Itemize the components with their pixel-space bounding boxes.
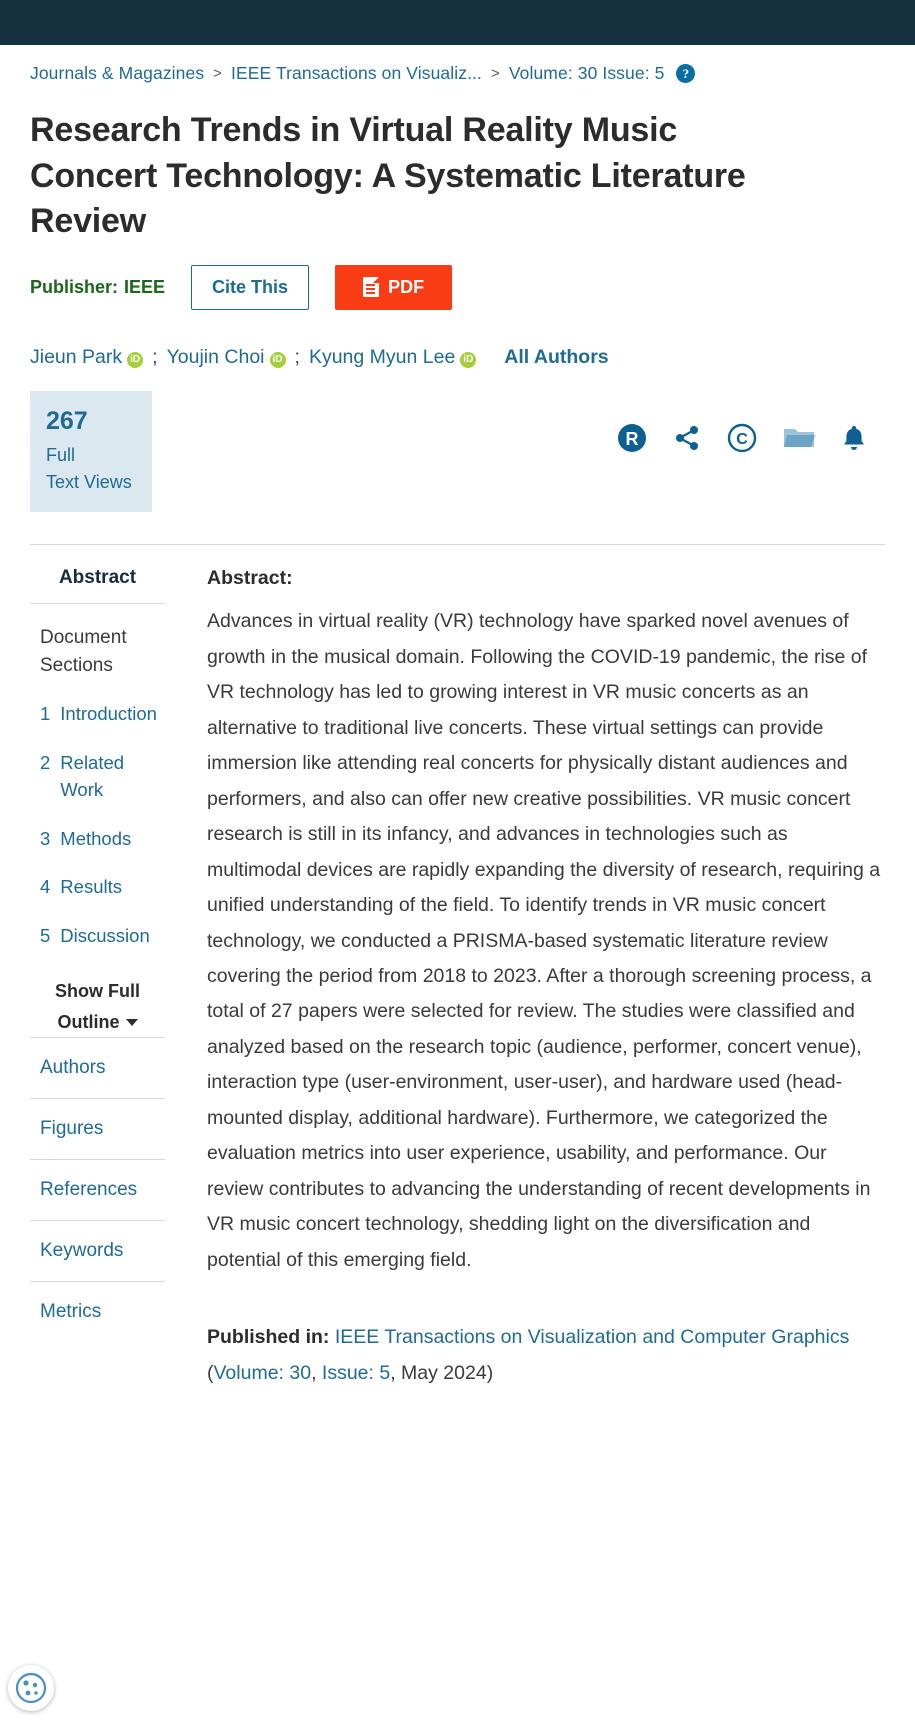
orcid-icon[interactable]: iD: [460, 351, 477, 368]
abstract-section: Abstract: Advances in virtual reality (V…: [183, 567, 885, 1391]
stats-and-actions-row: 267 Full Text Views R C: [30, 390, 885, 513]
sidebar-item-figures[interactable]: Figures: [30, 1098, 165, 1159]
sidebar-item-results[interactable]: 4 Results: [40, 874, 165, 901]
author-separator: ;: [294, 345, 300, 368]
authors-list: Jieun Park iD ; Youjin Choi iD ; Kyung Myu…: [30, 346, 915, 369]
sidebar-item-references[interactable]: References: [30, 1159, 165, 1220]
all-authors-button[interactable]: All Authors: [504, 346, 608, 369]
pdf-button-label: PDF: [388, 276, 425, 297]
issue-link[interactable]: Issue: 5: [322, 1362, 390, 1384]
views-label-line2: Text Views: [46, 472, 132, 493]
abstract-body: Advances in virtual reality (VR) technol…: [207, 610, 881, 1271]
breadcrumb-item-transactions[interactable]: IEEE Transactions on Visualiz...: [231, 63, 482, 84]
published-in-row: Published in: IEEE Transactions on Visua…: [207, 1320, 885, 1391]
section-number: 1: [40, 703, 51, 725]
copyright-icon[interactable]: C: [727, 423, 757, 458]
author-name: Jieun Park: [30, 345, 123, 368]
views-label-line1: Full: [46, 445, 76, 466]
sidebar-item-introduction[interactable]: 1 Introduction: [40, 701, 165, 728]
document-action-icons: R C: [617, 423, 867, 458]
pdf-file-icon: [363, 277, 380, 298]
sidebar-document-sections-label: Document Sections: [40, 627, 127, 676]
sidebar-item-related-work[interactable]: 2 Related Work: [40, 750, 165, 804]
section-label: Related Work: [60, 752, 125, 800]
breadcrumb-item-volume-issue[interactable]: Volume: 30 Issue: 5: [509, 63, 665, 84]
orcid-icon[interactable]: iD: [127, 351, 144, 368]
author-jieun-park[interactable]: Jieun Park iD: [30, 345, 144, 369]
pdf-button[interactable]: PDF: [335, 264, 453, 310]
sidebar-item-metrics[interactable]: Metrics: [30, 1281, 165, 1342]
published-in-label: Published in:: [207, 1326, 330, 1349]
sidebar-item-keywords[interactable]: Keywords: [30, 1220, 165, 1281]
researchgate-icon[interactable]: R: [617, 423, 647, 458]
sidebar-item-methods[interactable]: 3 Methods: [40, 826, 165, 853]
sidebar-item-abstract[interactable]: Abstract: [30, 567, 165, 605]
author-separator: ;: [152, 345, 158, 368]
section-divider: [30, 544, 885, 546]
section-number: 4: [40, 876, 51, 898]
help-icon[interactable]: ?: [676, 64, 696, 83]
document-sidebar: Abstract Document Sections 1 Introductio…: [30, 567, 183, 1342]
page-title: Research Trends in Virtual Reality Music…: [30, 111, 746, 241]
author-name: Youjin Choi: [166, 345, 265, 368]
full-text-views-box[interactable]: 267 Full Text Views: [30, 390, 152, 513]
orcid-icon[interactable]: iD: [269, 351, 286, 368]
publisher-actions-row: Publisher: IEEE Cite This PDF: [30, 264, 915, 310]
show-full-outline-button[interactable]: Show Full Outline: [30, 976, 165, 1037]
views-count: 267: [46, 406, 88, 435]
publisher-name: IEEE: [124, 276, 166, 297]
alerts-bell-icon[interactable]: [841, 424, 867, 457]
cite-this-button[interactable]: Cite This: [191, 264, 310, 310]
sidebar-item-discussion[interactable]: 5 Discussion: [40, 923, 165, 950]
cookie-consent-icon[interactable]: [8, 1665, 54, 1711]
publication-date: , May 2024): [390, 1361, 494, 1384]
folder-icon[interactable]: [783, 425, 815, 456]
section-label: Discussion: [60, 925, 150, 947]
section-label: Methods: [60, 827, 132, 849]
section-number: 3: [40, 827, 51, 849]
svg-text:R: R: [626, 429, 639, 449]
publisher-label: Publisher:: [30, 276, 119, 297]
breadcrumb: Journals & Magazines > IEEE Transactions…: [0, 45, 915, 84]
journal-link[interactable]: IEEE Transactions on Visualization and C…: [335, 1326, 850, 1348]
volume-link[interactable]: Volume: 30: [214, 1362, 312, 1384]
svg-text:C: C: [736, 431, 748, 448]
top-navigation-bar: [0, 0, 915, 45]
sidebar-item-authors[interactable]: Authors: [30, 1037, 165, 1098]
main-content: Abstract Document Sections 1 Introductio…: [30, 567, 885, 1391]
share-icon[interactable]: [673, 424, 701, 457]
section-number: 5: [40, 925, 51, 947]
section-label: Introduction: [60, 703, 157, 725]
author-name: Kyung Myun Lee: [308, 345, 456, 368]
comma-separator: ,: [311, 1361, 317, 1384]
section-number: 2: [40, 752, 51, 774]
author-kyung-myun-lee[interactable]: Kyung Myun Lee iD: [308, 345, 477, 369]
breadcrumb-separator: >: [490, 65, 500, 82]
section-label: Results: [60, 876, 122, 898]
breadcrumb-separator: >: [213, 65, 223, 82]
author-youjin-choi[interactable]: Youjin Choi iD: [167, 346, 286, 369]
chevron-down-icon: [125, 1018, 138, 1026]
publisher-info: Publisher: IEEE: [30, 277, 165, 298]
abstract-heading: Abstract:: [207, 567, 293, 590]
breadcrumb-item-journals[interactable]: Journals & Magazines: [30, 63, 204, 84]
